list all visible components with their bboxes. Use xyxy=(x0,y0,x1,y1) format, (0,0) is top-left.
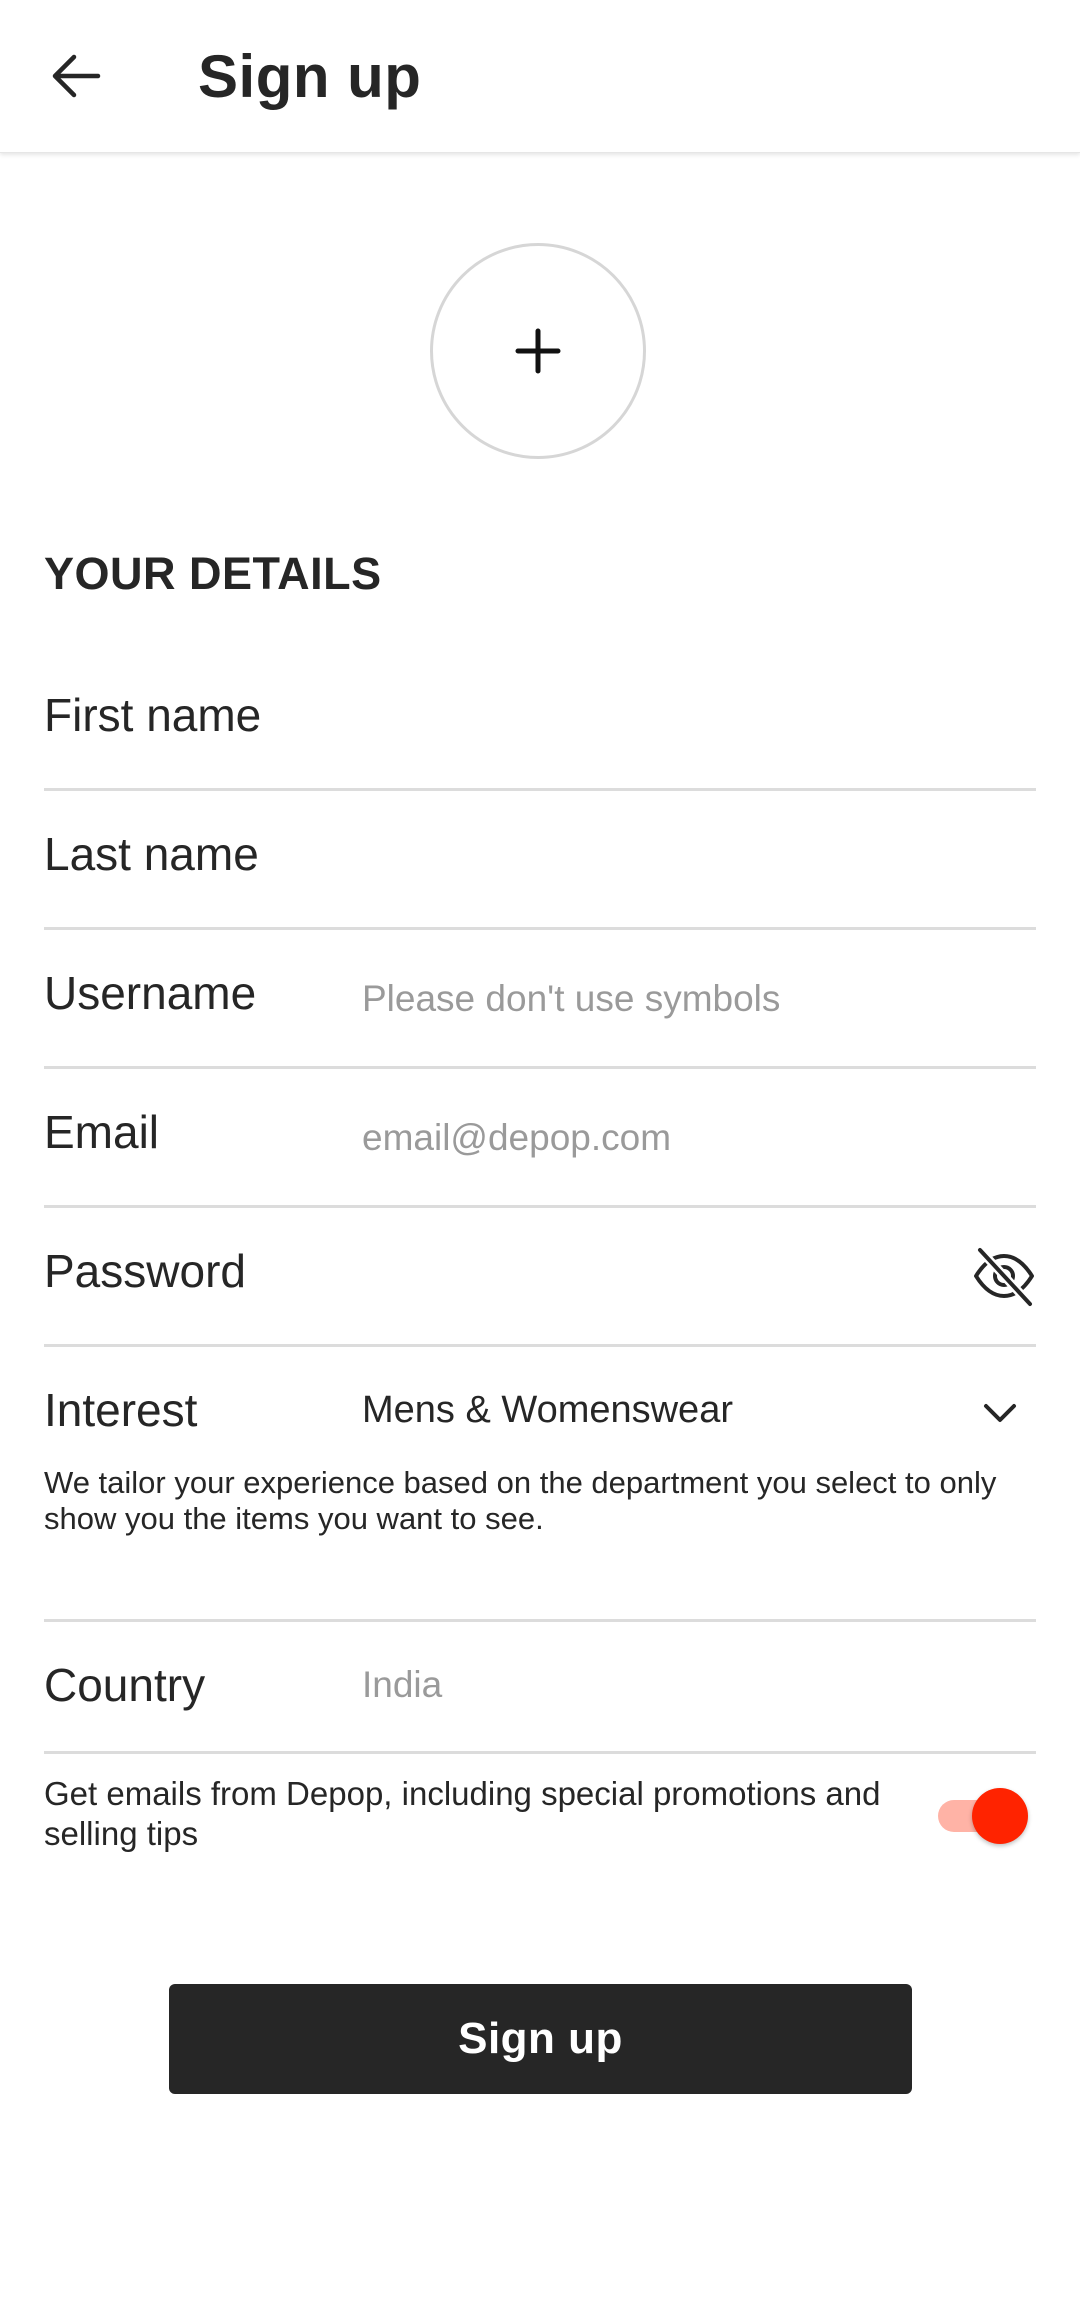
country-input[interactable]: India xyxy=(362,1664,442,1706)
toggle-password-visibility-button[interactable] xyxy=(972,1244,1036,1308)
username-input[interactable]: Please don't use symbols xyxy=(362,978,780,1020)
chevron-down-icon xyxy=(984,1404,1016,1422)
password-field[interactable]: Password xyxy=(44,1208,1036,1347)
sign-up-button[interactable]: Sign up xyxy=(169,1984,912,2094)
arrow-left-icon xyxy=(52,54,101,98)
page-title: Sign up xyxy=(198,43,422,110)
eye-off-icon xyxy=(974,1245,1035,1308)
country-field[interactable]: Country India xyxy=(44,1622,1036,1754)
section-heading: YOUR DETAILS xyxy=(44,548,382,599)
last-name-label: Last name xyxy=(44,828,259,880)
marketing-opt-in-toggle[interactable] xyxy=(938,1786,1030,1844)
interest-field[interactable]: Interest Mens & Womenswear We tailor you… xyxy=(44,1347,1036,1622)
country-label: Country xyxy=(44,1659,206,1711)
interest-label: Interest xyxy=(44,1384,198,1436)
interest-dropdown-button[interactable] xyxy=(976,1389,1024,1437)
interest-select[interactable]: Mens & Womenswear xyxy=(362,1389,733,1432)
username-label: Username xyxy=(44,967,257,1019)
app-header: Sign up xyxy=(0,0,1080,153)
first-name-label: First name xyxy=(44,689,262,741)
email-input[interactable]: email@depop.com xyxy=(362,1117,671,1159)
username-field[interactable]: Username Please don't use symbols xyxy=(44,930,1036,1069)
password-label: Password xyxy=(44,1245,246,1297)
add-profile-photo-button[interactable] xyxy=(430,243,646,459)
marketing-opt-in-text: Get emails from Depop, including special… xyxy=(44,1775,881,1852)
back-button[interactable] xyxy=(40,40,112,112)
email-label: Email xyxy=(44,1106,160,1158)
last-name-field[interactable]: Last name xyxy=(44,791,1036,930)
first-name-field[interactable]: First name xyxy=(44,650,1036,791)
interest-helper-text: We tailor your experience based on the d… xyxy=(44,1465,997,1536)
plus-icon xyxy=(515,328,561,374)
toggle-knob xyxy=(972,1788,1028,1844)
email-field[interactable]: Email email@depop.com xyxy=(44,1069,1036,1208)
